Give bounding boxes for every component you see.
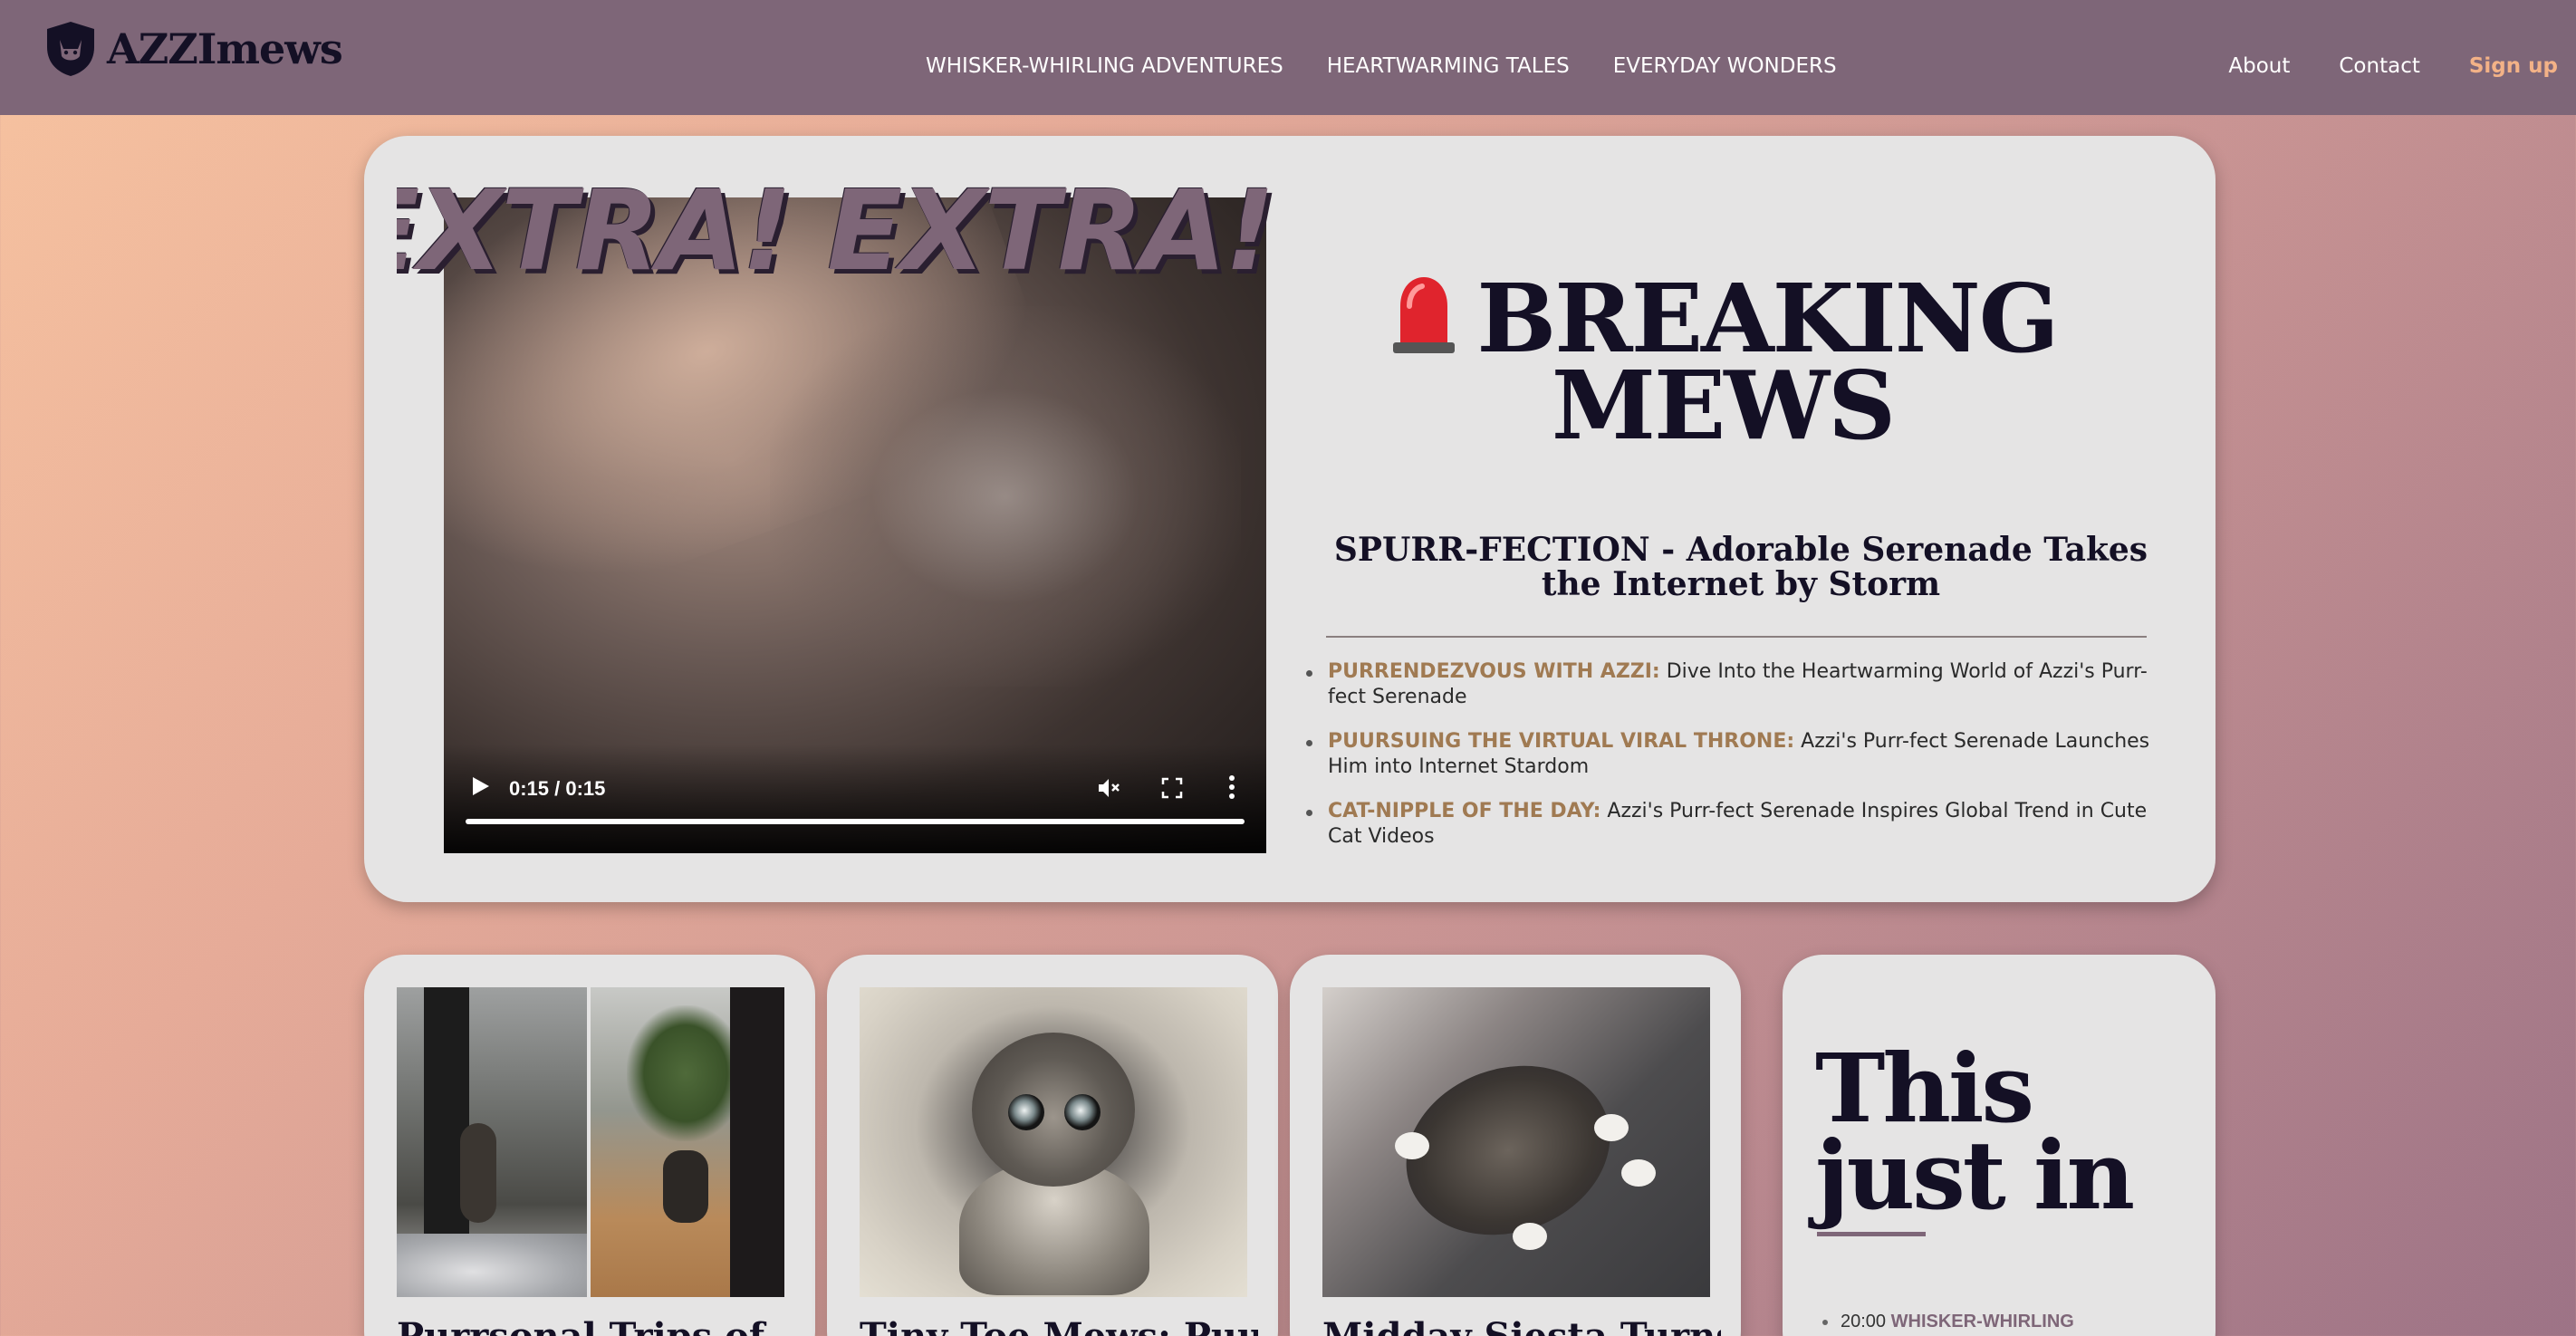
breaking-mews-title: BREAKING MEWS [1306, 270, 2139, 453]
extra-marquee: EXTRA! EXTRA! EXTRA! EXTRA! [397, 172, 1292, 290]
play-icon[interactable] [471, 775, 491, 797]
logo[interactable]: AZZImews [43, 20, 343, 78]
nav-about[interactable]: About [2228, 54, 2290, 78]
logo-text: AZZImews [107, 24, 343, 73]
this-just-in-panel: This just in 20:00 WHISKER-WHIRLING [1783, 955, 2216, 1336]
title-line-2: just in [1815, 1120, 2135, 1231]
marquee-text: EXTRA! EXTRA! EXTRA! EXTRA! [397, 172, 1292, 290]
mute-icon[interactable] [1096, 775, 1121, 801]
photo-panel-left [397, 987, 587, 1297]
nav-everyday-wonders[interactable]: EVERYDAY WONDERS [1613, 54, 1837, 78]
just-in-item[interactable]: 20:00 WHISKER-WHIRLING [1822, 1312, 2074, 1332]
cat-paw [1513, 1223, 1547, 1250]
cat-shield-icon [47, 22, 94, 76]
story-photo [1322, 987, 1710, 1297]
video-progress-bar[interactable] [466, 819, 1245, 824]
headline-bullets: PURRENDEZVOUS WITH AZZI: Dive Into the H… [1306, 659, 2158, 869]
breaking-news-card: 0:15 / 0:15 EXTRA! EXTRA! EXTRA! EXTRA! … [364, 136, 2216, 902]
headline[interactable]: SPURR-FECTION - Adorable Serenade Takes … [1324, 533, 2158, 601]
kitten-photo [860, 987, 1247, 1297]
cat-figure [663, 1150, 708, 1223]
bullet-item[interactable]: CAT-NIPPLE OF THE DAY: Azzi's Purr-fect … [1306, 799, 2158, 850]
video-player[interactable]: 0:15 / 0:15 [444, 197, 1266, 853]
more-options-icon[interactable] [1228, 775, 1235, 799]
just-in-list: 20:00 WHISKER-WHIRLING [1822, 1312, 2074, 1332]
kitten-face [972, 1033, 1135, 1187]
cabinet [730, 987, 784, 1297]
just-in-tag: WHISKER-WHIRLING [1890, 1312, 2074, 1331]
signup-link[interactable]: Sign up [2469, 54, 2558, 78]
cat-paw [1395, 1132, 1429, 1159]
rug [397, 1234, 587, 1297]
sleeping-cat-photo [1322, 987, 1710, 1297]
story-card-3[interactable]: Midday Siesta Turns Into [1290, 955, 1741, 1336]
story-card-1[interactable]: Purrsonal Trips of... [364, 955, 815, 1336]
just-in-time: 20:00 [1841, 1312, 1887, 1331]
this-just-in-title: This just in [1815, 1042, 2135, 1223]
fullscreen-icon[interactable] [1161, 777, 1183, 799]
nav-contact[interactable]: Contact [2339, 54, 2419, 78]
bullet-tag: PURRENDEZVOUS WITH AZZI: [1328, 660, 1660, 683]
story-title[interactable]: Midday Siesta Turns Into [1322, 1315, 1721, 1336]
kitten-eye [1064, 1094, 1101, 1130]
nav-whisker-whirling[interactable]: WHISKER-WHIRLING ADVENTURES [926, 54, 1283, 78]
kitten-eye [1008, 1094, 1044, 1130]
photo-panel-right [591, 987, 784, 1297]
story-title[interactable]: Tiny Toe Mews: Puuurrr [860, 1315, 1258, 1336]
secondary-nav: About Contact Sign up [2179, 54, 2558, 78]
story-photo [397, 987, 784, 1297]
curtain [424, 987, 469, 1259]
video-time: 0:15 / 0:15 [509, 777, 606, 800]
breaking-line-2: MEWS [1551, 350, 1896, 461]
divider [1326, 636, 2147, 638]
cat-paw [1621, 1159, 1656, 1187]
video-frame-overlay [770, 306, 1241, 687]
bullet-item[interactable]: PUURSUING THE VIRTUAL VIRAL THRONE: Azzi… [1306, 729, 2158, 780]
cat-paw [1594, 1114, 1629, 1141]
bullet-tag: PUURSUING THE VIRTUAL VIRAL THRONE: [1328, 730, 1795, 753]
video-controls: 0:15 / 0:15 [444, 745, 1266, 853]
main-nav: WHISKER-WHIRLING ADVENTURES HEARTWARMING… [926, 54, 1880, 78]
cat-figure [460, 1123, 496, 1223]
nav-heartwarming-tales[interactable]: HEARTWARMING TALES [1327, 54, 1570, 78]
story-title[interactable]: Purrsonal Trips of... [397, 1315, 795, 1336]
bullet-tag: CAT-NIPPLE OF THE DAY: [1328, 800, 1601, 822]
title-underline [1817, 1232, 1926, 1236]
story-card-2[interactable]: Tiny Toe Mews: Puuurrr [827, 955, 1278, 1336]
plant [627, 1005, 745, 1141]
bullet-item[interactable]: PURRENDEZVOUS WITH AZZI: Dive Into the H… [1306, 659, 2158, 710]
site-header: AZZImews WHISKER-WHIRLING ADVENTURES HEA… [0, 0, 2576, 115]
siren-icon [1393, 277, 1456, 353]
story-photo [860, 987, 1247, 1297]
